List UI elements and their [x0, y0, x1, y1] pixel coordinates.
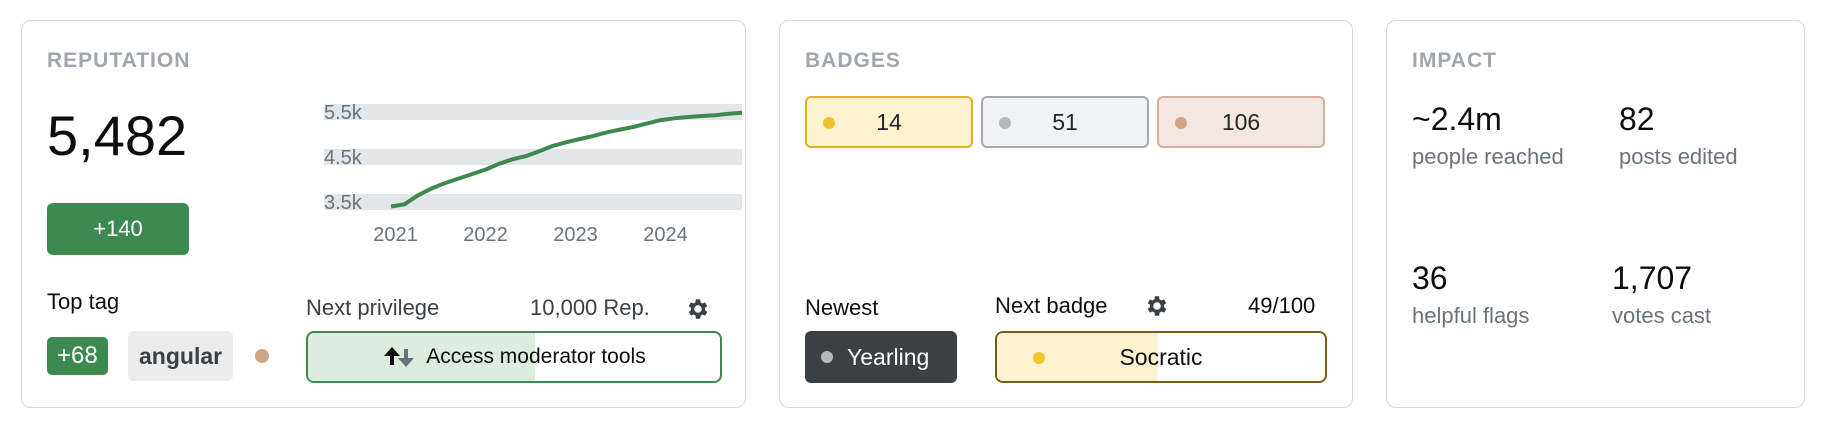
next-badge-name: Socratic [1119, 343, 1203, 370]
top-tag-name[interactable]: angular [128, 331, 234, 381]
next-privilege-name: Access moderator tools [426, 345, 646, 368]
chart-gridband [324, 194, 742, 210]
gold-badge-count[interactable]: 14 [805, 96, 973, 148]
next-privilege-label: Next privilege [306, 295, 440, 320]
silver-badge-icon [999, 117, 1011, 129]
vote-arrows-icon [384, 347, 415, 367]
top-tag-label: Top tag [47, 289, 120, 314]
impact-title: IMPACT [1412, 49, 1497, 72]
bronze-dot-icon [255, 349, 269, 363]
gold-badge-icon [823, 117, 835, 129]
next-badge-label: Next badge [995, 293, 1108, 318]
people-reached-label: people reached [1412, 144, 1564, 169]
newest-badge-name: Yearling [847, 343, 930, 370]
silver-dot-icon [821, 351, 833, 363]
next-privilege-rep: 10,000 Rep. [530, 295, 650, 320]
chart-x-tick-label: 2021 [373, 224, 418, 246]
newest-badge-label: Newest [805, 295, 879, 320]
chart-y-tick-label: 5.5k [324, 102, 363, 124]
reputation-delta-badge[interactable]: +140 [47, 203, 189, 255]
reputation-value: 5,482 [47, 104, 188, 167]
impact-card: IMPACT ~2.4m people reached 82 posts edi… [1386, 20, 1805, 408]
bronze-badge-count[interactable]: 106 [1157, 96, 1325, 148]
reputation-chart[interactable]: 5.5k 4.5k 3.5k 2021 2022 2023 2024 [322, 91, 742, 251]
chart-x-tick-label: 2024 [643, 224, 688, 246]
gear-icon[interactable] [685, 296, 711, 322]
votes-cast-value: 1,707 [1612, 260, 1693, 296]
next-badge-button[interactable]: Socratic [995, 331, 1327, 383]
badges-title: BADGES [805, 49, 901, 72]
helpful-flags-value: 36 [1412, 260, 1448, 296]
reputation-title: REPUTATION [47, 49, 191, 72]
chart-y-tick-label: 3.5k [324, 192, 363, 214]
helpful-flags-label: helpful flags [1412, 303, 1530, 328]
chart-x-tick-label: 2023 [553, 224, 598, 246]
gear-icon[interactable] [1144, 293, 1170, 319]
chart-x-tick-label: 2022 [463, 224, 508, 246]
badges-card: BADGES 14 51 106 Newest Yearling Next ba… [779, 20, 1353, 408]
next-badge-progress-text: 49/100 [1248, 293, 1316, 318]
next-privilege-button[interactable]: Access moderator tools [306, 331, 722, 383]
top-tag-score: +68 [47, 337, 108, 375]
votes-cast-label: votes cast [1612, 303, 1712, 328]
posts-edited-value: 82 [1619, 101, 1655, 137]
chart-y-tick-label: 4.5k [324, 147, 363, 169]
bronze-badge-icon [1175, 117, 1187, 129]
newest-badge[interactable]: Yearling [805, 331, 957, 383]
people-reached-value: ~2.4m [1412, 101, 1502, 137]
silver-badge-count[interactable]: 51 [981, 96, 1149, 148]
reputation-card: REPUTATION 5,482 +140 5.5k 4.5k 3.5k 2021 20… [21, 20, 746, 408]
posts-edited-label: posts edited [1619, 144, 1738, 169]
